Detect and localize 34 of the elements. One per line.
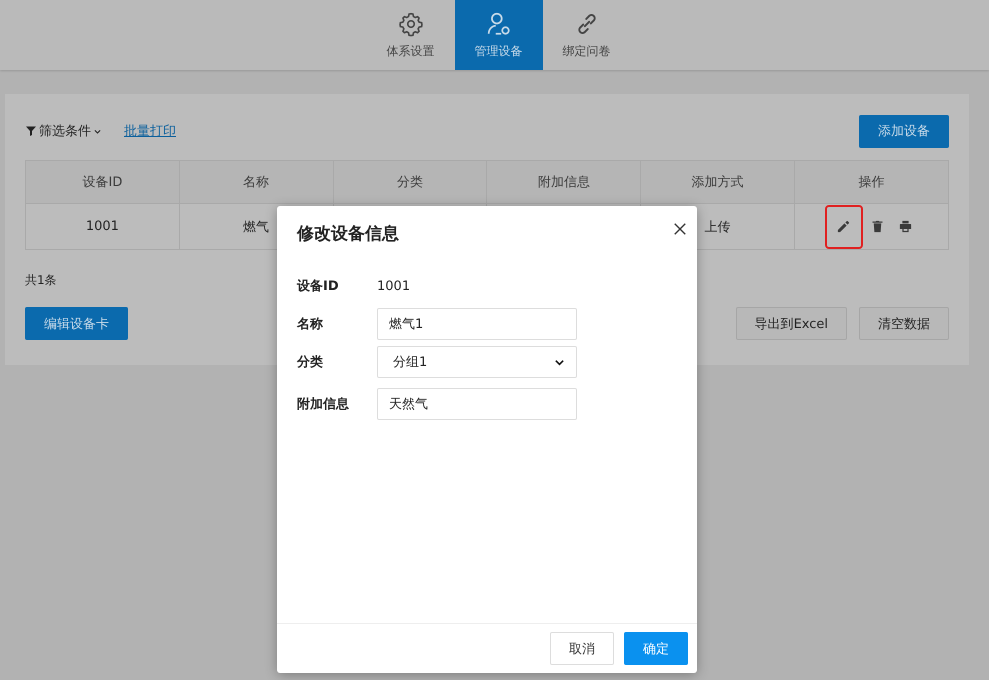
- field-value: 1001: [377, 278, 410, 294]
- field-label: 分类: [297, 354, 324, 371]
- column-header: 操作: [794, 160, 948, 204]
- filter-label[interactable]: 筛选条件: [39, 122, 91, 140]
- filter-dropdown[interactable]: 筛选条件: [25, 122, 102, 140]
- column-header: 设备ID: [26, 160, 180, 204]
- nav-tab[interactable]: 管理设备: [454, 0, 542, 70]
- column-header: 添加方式: [640, 160, 795, 204]
- select-field[interactable]: 分组1: [377, 346, 577, 378]
- input-field[interactable]: 天然气: [377, 388, 577, 420]
- edit-card-button[interactable]: 编辑设备卡: [25, 307, 128, 340]
- action-button[interactable]: 清空数据: [859, 307, 949, 340]
- field-label: 设备ID: [297, 278, 340, 295]
- nav-tab[interactable]: 体系设置: [366, 0, 454, 70]
- add-device-button[interactable]: 添加设备: [859, 114, 949, 148]
- pencil-icon[interactable]: [836, 219, 852, 234]
- printer-icon[interactable]: [898, 219, 914, 234]
- action-button[interactable]: 导出到Excel: [736, 307, 847, 340]
- column-header: 名称: [179, 160, 334, 204]
- table-cell: 1001: [26, 204, 180, 250]
- column-header: 分类: [333, 160, 487, 204]
- gear-icon: [398, 10, 424, 36]
- close-icon[interactable]: [673, 222, 687, 236]
- user-gear-icon: [486, 10, 512, 36]
- batch-print-link[interactable]: 批量打印: [124, 122, 176, 140]
- field-label: 名称: [297, 316, 324, 333]
- column-header: 附加信息: [486, 160, 641, 204]
- funnel-icon: [25, 125, 37, 137]
- nav-tab[interactable]: 绑定问卷: [542, 0, 630, 70]
- trash-icon[interactable]: [870, 219, 886, 234]
- input-field[interactable]: 燃气1: [377, 308, 577, 340]
- cancel-button[interactable]: 取消: [550, 632, 614, 665]
- field-label: 附加信息: [297, 396, 350, 413]
- total-count: 共1条: [25, 272, 57, 289]
